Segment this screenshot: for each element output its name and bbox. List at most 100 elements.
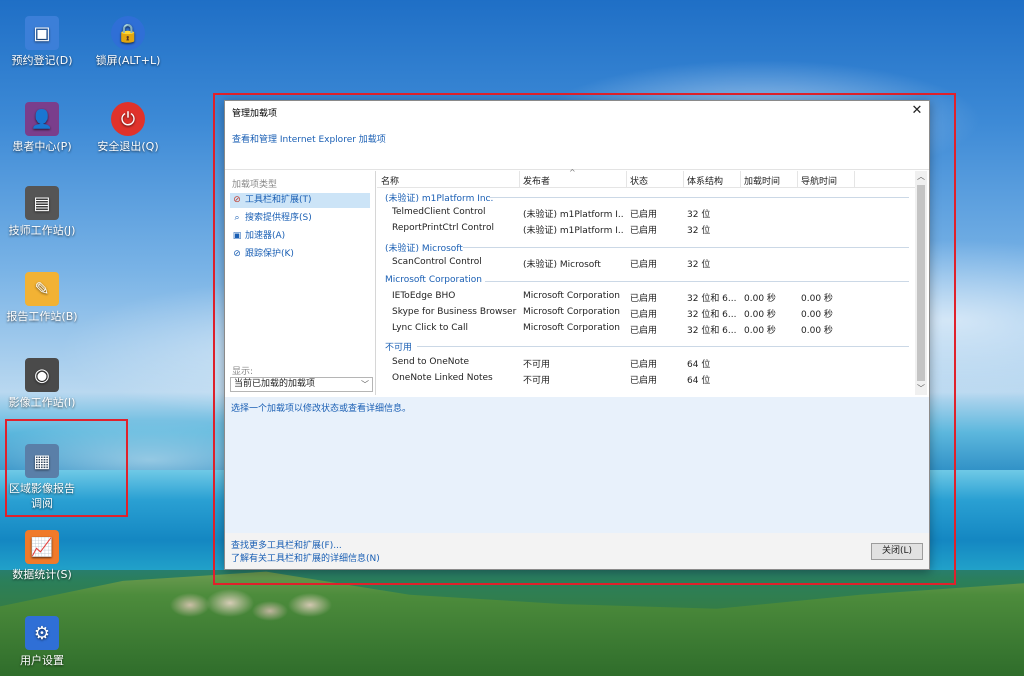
- scroll-up-icon[interactable]: ︿: [915, 171, 927, 183]
- desktop-icon-label: 影像工作站(I): [8, 396, 76, 409]
- desktop-icon-label: 安全退出(Q): [97, 140, 159, 153]
- sort-caret-icon: ^: [569, 168, 576, 177]
- wallpaper-rocks: [150, 585, 350, 625]
- search-icon: ⌕: [234, 213, 240, 223]
- addon-load-time: 0.00 秒: [744, 310, 776, 320]
- close-button[interactable]: 关闭(L): [871, 543, 923, 560]
- addon-type-search[interactable]: ⌕ 搜索提供程序(S): [230, 211, 370, 226]
- desktop-icon-patient-center[interactable]: 👤 患者中心(P): [0, 102, 84, 154]
- addon-publisher: Microsoft Corporation: [523, 323, 620, 333]
- column-header[interactable]: 状态: [630, 174, 648, 187]
- addon-arch: 64 位: [687, 376, 711, 386]
- addon-type-tracking[interactable]: ⊘ 跟踪保护(K): [230, 247, 370, 262]
- addon-name: IEToEdge BHO: [392, 291, 456, 301]
- group-header: 不可用: [385, 343, 413, 353]
- addon-type-accelerators[interactable]: ▣ 加速器(A): [230, 229, 370, 244]
- column-header[interactable]: 名称: [381, 174, 399, 187]
- desktop-icon-label: 患者中心(P): [12, 140, 72, 153]
- close-icon[interactable]: ✕: [909, 103, 925, 119]
- register-icon: ▣: [25, 16, 59, 50]
- chevron-down-icon: ﹀: [361, 380, 369, 389]
- technician-icon: ▤: [25, 186, 59, 220]
- addon-types-pane: 加载项类型 ⊘ 工具栏和扩展(T) ⌕ 搜索提供程序(S) ▣ 加速器(A) ⊘…: [227, 171, 376, 395]
- table-header: 名称 ^ 发布者 状态 体系结构 加载时间 导航时间: [377, 168, 915, 188]
- addon-publisher: Microsoft Corporation: [523, 307, 620, 317]
- group-divider: [485, 281, 909, 282]
- patient-icon: 👤: [25, 102, 59, 136]
- tracking-protection-icon: ⊘: [233, 249, 241, 259]
- addon-type-label: 跟踪保护(K): [245, 249, 294, 259]
- desktop-icon-label: 锁屏(ALT+L): [95, 54, 161, 67]
- addon-publisher: (未验证) m1Platform I...: [523, 226, 623, 236]
- desktop-icon-technician[interactable]: ▤ 技师工作站(J): [0, 186, 84, 238]
- group-header: (未验证) m1Platform Inc.: [385, 194, 494, 204]
- addon-status: 已启用: [630, 226, 658, 236]
- addon-types-heading: 加载项类型: [232, 180, 278, 190]
- column-header[interactable]: 导航时间: [801, 174, 837, 187]
- imaging-icon: ◉: [25, 358, 59, 392]
- addon-publisher: (未验证) m1Platform I...: [523, 210, 623, 220]
- desktop-icon-register[interactable]: ▣ 预约登记(D): [0, 16, 84, 68]
- addon-arch: 32 位和 6...: [687, 326, 737, 336]
- column-header[interactable]: 体系结构: [687, 174, 723, 187]
- addon-publisher: 不可用: [523, 360, 551, 370]
- addon-status: 已启用: [630, 260, 658, 270]
- addon-publisher: (未验证) Microsoft: [523, 260, 601, 270]
- addon-publisher: Microsoft Corporation: [523, 291, 620, 301]
- addon-arch: 32 位: [687, 210, 711, 220]
- table-scrollbar[interactable]: ︿ ﹀: [915, 171, 927, 395]
- learn-more-link[interactable]: 了解有关工具栏和扩展的详细信息(N): [231, 551, 380, 564]
- scroll-down-icon[interactable]: ﹀: [915, 383, 927, 395]
- show-dropdown[interactable]: 当前已加载的加载项 ﹀: [230, 377, 373, 392]
- lock-icon: 🔒: [111, 16, 145, 50]
- column-separator: [797, 171, 798, 187]
- details-pane: 选择一个加载项以修改状态或查看详细信息。 查找更多工具栏和扩展(F)... 了解…: [225, 397, 929, 569]
- desktop-icon-label: 数据统计(S): [12, 568, 72, 581]
- report-icon: ✎: [25, 272, 59, 306]
- show-label: 显示:: [232, 367, 254, 377]
- dialog-footer: 查找更多工具栏和扩展(F)... 了解有关工具栏和扩展的详细信息(N) 关闭(L…: [225, 533, 929, 569]
- desktop-icon-label: 预约登记(D): [11, 54, 73, 67]
- desktop-icon-exit[interactable]: ⏻ 安全退出(Q): [86, 102, 170, 154]
- desktop-icon-report[interactable]: ✎ 报告工作站(B): [0, 272, 84, 324]
- addon-status: 已启用: [630, 210, 658, 220]
- column-separator: [854, 171, 855, 187]
- addon-type-label: 加速器(A): [245, 231, 286, 241]
- desktop-icon-user-settings[interactable]: ⚙ 用户设置: [0, 616, 84, 668]
- show-dropdown-value: 当前已加载的加载项: [234, 379, 316, 389]
- desktop-icon-label: 报告工作站(B): [6, 310, 78, 323]
- addon-nav-time: 0.00 秒: [801, 294, 833, 304]
- addon-nav-time: 0.00 秒: [801, 326, 833, 336]
- addon-arch: 32 位和 6...: [687, 310, 737, 320]
- column-separator: [740, 171, 741, 187]
- accelerator-icon: ▣: [232, 231, 242, 241]
- addon-type-toolbars[interactable]: ⊘ 工具栏和扩展(T): [230, 193, 370, 208]
- column-header[interactable]: 加载时间: [744, 174, 780, 187]
- addon-type-label: 工具栏和扩展(T): [245, 195, 312, 205]
- addon-status: 已启用: [630, 360, 658, 370]
- addon-load-time: 0.00 秒: [744, 294, 776, 304]
- desktop-icon-imaging[interactable]: ◉ 影像工作站(I): [0, 358, 84, 410]
- toolbar-icon: ⊘: [233, 195, 241, 205]
- group-header: (未验证) Microsoft: [385, 244, 463, 254]
- column-header[interactable]: 发布者: [523, 174, 550, 187]
- addon-arch: 32 位: [687, 260, 711, 270]
- desktop-icon-label: 用户设置: [20, 654, 64, 667]
- user-settings-icon: ⚙: [25, 616, 59, 650]
- find-more-link[interactable]: 查找更多工具栏和扩展(F)...: [231, 538, 342, 551]
- column-separator: [626, 171, 627, 187]
- dialog-subtitle[interactable]: 查看和管理 Internet Explorer 加载项: [232, 132, 386, 145]
- addon-status: 已启用: [630, 376, 658, 386]
- addon-name: ReportPrintCtrl Control: [392, 223, 494, 233]
- addon-arch: 64 位: [687, 360, 711, 370]
- addon-arch: 32 位和 6...: [687, 294, 737, 304]
- addon-name: TelmedClient Control: [392, 207, 486, 217]
- power-icon: ⏻: [111, 102, 145, 136]
- dialog-title: 管理加载项: [232, 109, 278, 119]
- scroll-thumb[interactable]: [917, 185, 925, 381]
- column-separator: [519, 171, 520, 187]
- desktop-icon-lock[interactable]: 🔒 锁屏(ALT+L): [86, 16, 170, 68]
- addon-publisher: 不可用: [523, 376, 551, 386]
- details-hint: 选择一个加载项以修改状态或查看详细信息。: [231, 404, 412, 414]
- desktop-icon-statistics[interactable]: 📈 数据统计(S): [0, 530, 84, 582]
